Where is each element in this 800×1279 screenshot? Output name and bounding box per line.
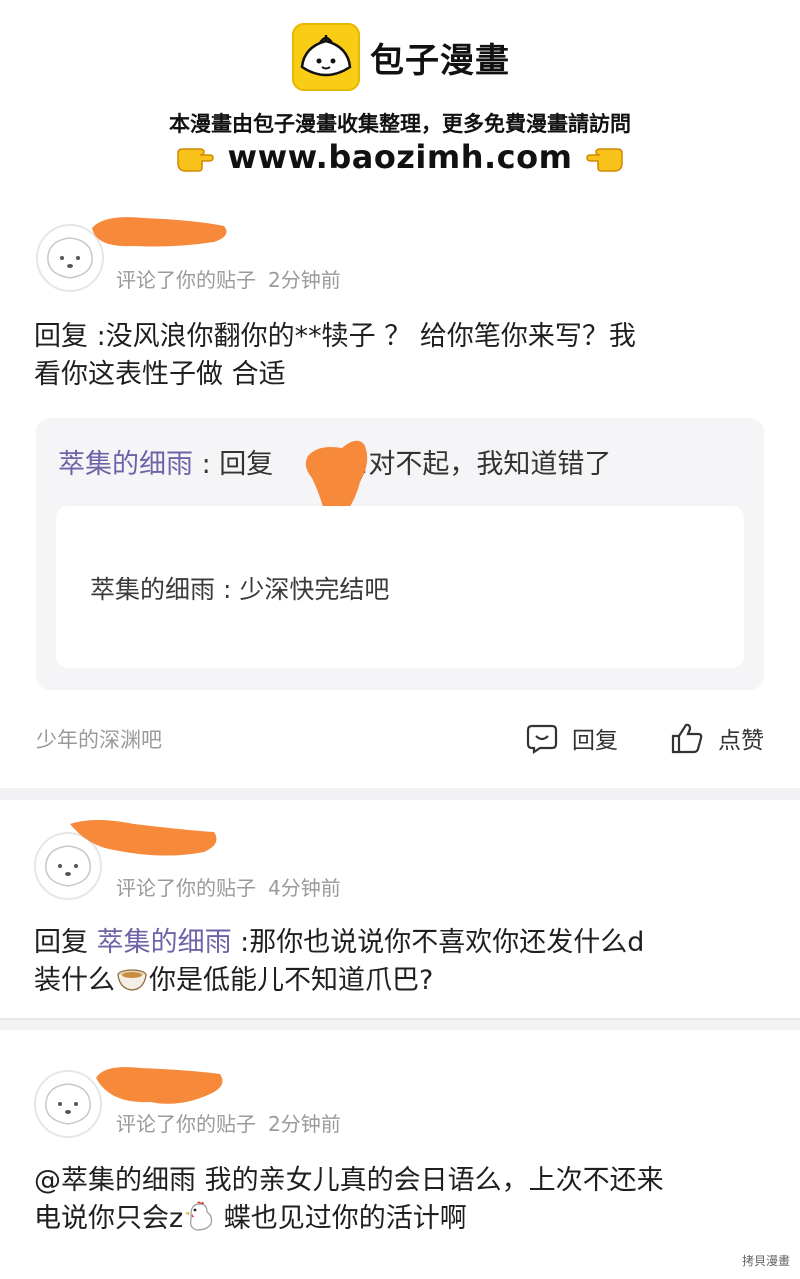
like-label: 点赞 <box>718 728 764 754</box>
like-button[interactable]: 点赞 <box>670 718 764 758</box>
line-segment: 你是低能儿不知道爪巴? <box>149 965 434 996</box>
comment-line: 回复 :没风浪你翻你的**犊子 ？ 给你笔你来写？我 <box>34 321 636 352</box>
comment-body: 回复 :没风浪你翻你的**犊子 ？ 给你笔你来写？我 看你这表性子做 合适 <box>34 318 636 394</box>
chicken-emoji-icon <box>185 1201 213 1231</box>
reply-rest: :那你也说说你不喜欢你还发什么d <box>231 927 645 958</box>
comment-card-1: 评论了你的贴子 2分钟前 回复 :没风浪你翻你的**犊子 ？ 给你笔你来写？我 看… <box>0 0 800 790</box>
redacted-username <box>92 217 227 247</box>
meta-action: 评论了你的贴子 <box>116 876 256 900</box>
comment-meta: 评论了你的贴子 2分钟前 <box>116 264 353 293</box>
mention-user-link[interactable]: 萃集的细雨 <box>97 927 232 958</box>
comment-meta: 评论了你的贴子 2分钟前 <box>116 1108 353 1137</box>
line-segment: 蝶也见过你的活计啊 <box>215 1203 467 1234</box>
comment-line: 看你这表性子做 合适 <box>34 359 286 390</box>
comment-line: 电说你只会z 蝶也见过你的活计啊 <box>34 1200 664 1238</box>
reply-prefix: 回复 <box>34 927 97 958</box>
line-segment: 装什么 <box>34 965 115 996</box>
quote-prefix: : 回复 <box>193 449 274 480</box>
quote-user-link[interactable]: 萃集的细雨 <box>58 449 193 480</box>
comment-line: @萃集的细雨 我的亲女儿真的会日语么，上次不还来 <box>34 1165 664 1196</box>
section-divider <box>0 1020 800 1030</box>
meta-time: 2分钟前 <box>268 1112 341 1136</box>
nested-reply-card[interactable]: 萃集的细雨 : 少深快完结吧 <box>56 506 744 668</box>
quoted-reply-box[interactable]: 萃集的细雨 : 回复 :对不起，我知道错了 萃集的细雨 : 少深快完结吧 <box>36 418 764 690</box>
meta-action: 评论了你的贴子 <box>116 1112 256 1136</box>
comment-body: @萃集的细雨 我的亲女儿真的会日语么，上次不还来 电说你只会z 蝶也见过你的活计… <box>34 1162 664 1238</box>
comment-body: 回复 萃集的细雨 :那你也说说你不喜欢你还发什么d 装什么 你是低能儿不知道爪巴? <box>34 924 644 1000</box>
thumbs-up-icon <box>671 723 703 754</box>
forum-source-link[interactable]: 少年的深渊吧 <box>36 724 162 754</box>
meta-time: 4分钟前 <box>268 876 341 900</box>
comment-line: 回复 萃集的细雨 :那你也说说你不喜欢你还发什么d <box>34 924 644 962</box>
line-segment: 电说你只会z <box>34 1203 184 1234</box>
comment-meta: 评论了你的贴子 4分钟前 <box>116 872 353 901</box>
comment-line: 装什么 你是低能儿不知道爪巴? <box>34 962 644 1000</box>
reply-button[interactable]: 回复 <box>526 718 618 758</box>
section-divider <box>0 788 800 800</box>
redacted-username <box>70 820 217 856</box>
comment-footer: 少年的深渊吧 回复 点赞 <box>0 718 800 758</box>
meta-action: 评论了你的贴子 <box>116 268 256 292</box>
quote-text: :对不起，我知道错了 <box>359 449 612 480</box>
nested-reply-text: 萃集的细雨 : 少深快完结吧 <box>90 575 390 604</box>
reply-label: 回复 <box>572 728 618 754</box>
meta-time: 2分钟前 <box>268 268 341 292</box>
watermark: 拷貝漫畫 <box>741 1254 790 1268</box>
tea-cup-emoji-icon <box>117 969 147 991</box>
reply-bubble-icon <box>526 724 558 754</box>
